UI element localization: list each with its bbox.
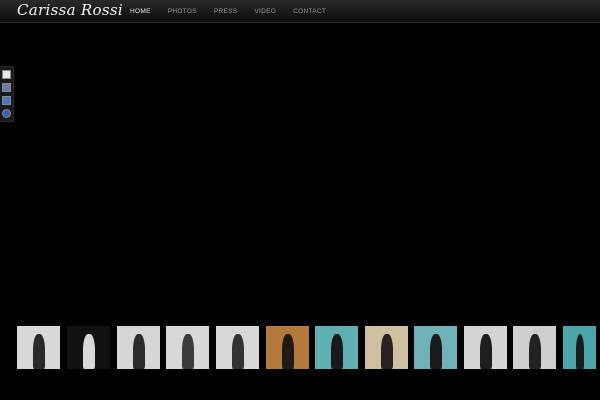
site-logo[interactable]: Carissa Rossi	[17, 0, 123, 20]
photo-thumbnail[interactable]	[266, 326, 309, 369]
photo-thumbnail[interactable]	[166, 326, 209, 369]
blank-page-icon[interactable]	[2, 70, 11, 79]
nav-contact[interactable]: CONTACT	[293, 0, 326, 22]
photo-figure	[182, 333, 194, 369]
photo-thumbnail[interactable]	[563, 326, 596, 369]
nav-photos[interactable]: PHOTOS	[168, 0, 197, 22]
photo-figure	[331, 333, 343, 369]
photo-thumbnail[interactable]	[216, 326, 259, 369]
photo-thumbnail[interactable]	[365, 326, 408, 369]
globe-icon[interactable]	[2, 109, 11, 118]
site-header: Carissa Rossi HOME PHOTOS PRESS VIDEO CO…	[0, 0, 600, 23]
photo-thumbnail[interactable]	[17, 326, 60, 369]
photo-figure	[575, 333, 585, 369]
photo-figure	[480, 333, 492, 369]
photo-figure	[381, 333, 393, 369]
photo-figure	[33, 333, 45, 369]
photo-thumbnail[interactable]	[315, 326, 358, 369]
photo-thumbnail[interactable]	[464, 326, 507, 369]
photo-figure	[282, 333, 294, 369]
nav-press[interactable]: PRESS	[214, 0, 238, 22]
photo-figure	[83, 333, 95, 369]
myspace-icon[interactable]	[2, 83, 11, 92]
photo-thumbnail[interactable]	[117, 326, 160, 369]
photo-figure	[430, 333, 442, 369]
photo-figure	[133, 333, 145, 369]
nav-home[interactable]: HOME	[130, 0, 151, 22]
photo-figure	[529, 333, 541, 369]
photo-thumbnail[interactable]	[414, 326, 457, 369]
main-nav: HOME PHOTOS PRESS VIDEO CONTACT	[130, 0, 343, 22]
linkedin-icon[interactable]	[2, 96, 11, 105]
photo-figure	[232, 333, 244, 369]
social-links-bar	[0, 66, 14, 122]
nav-video[interactable]: VIDEO	[254, 0, 276, 22]
photo-thumbnail-strip	[17, 326, 600, 369]
photo-thumbnail[interactable]	[67, 326, 110, 369]
photo-thumbnail[interactable]	[513, 326, 556, 369]
